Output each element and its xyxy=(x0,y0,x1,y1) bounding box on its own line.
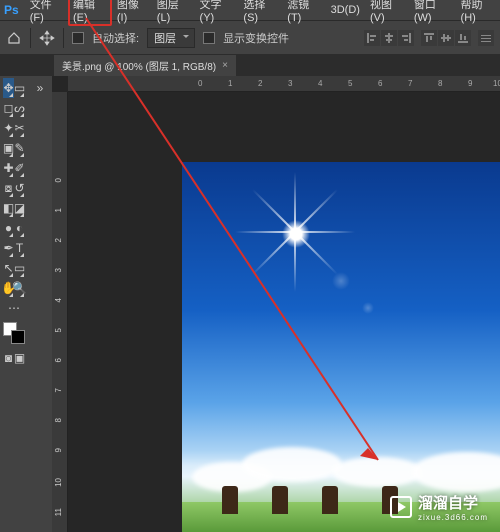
quickselect-tool[interactable]: ✦ xyxy=(3,118,14,138)
edit-toolbar-icon[interactable]: ⋯ xyxy=(3,298,25,318)
shape-tool[interactable]: ▭ xyxy=(14,258,25,278)
align-group xyxy=(364,30,494,46)
align-left-icon[interactable] xyxy=(364,30,380,46)
stamp-tool[interactable]: ⧇ xyxy=(3,178,14,198)
menu-select[interactable]: 选择(S) xyxy=(238,0,282,26)
home-icon[interactable] xyxy=(6,30,22,46)
align-hcenter-icon[interactable] xyxy=(381,30,397,46)
ruler-v-tick: 9 xyxy=(54,448,63,452)
marquee-tool[interactable]: ◻ xyxy=(3,98,14,118)
document-tab[interactable]: 美景.png @ 100% (图层 1, RGB/8) × xyxy=(54,55,236,76)
heal-tool[interactable]: ✚ xyxy=(3,158,14,178)
ruler-h-tick: 9 xyxy=(468,79,472,88)
document-canvas[interactable] xyxy=(182,162,500,532)
crop-tool[interactable]: ✂ xyxy=(14,118,25,138)
watermark-text: 溜溜自学 xyxy=(418,495,478,512)
dodge-tool[interactable]: ◐ xyxy=(14,218,25,238)
show-transform-label: 显示变换控件 xyxy=(223,30,289,46)
ruler-v-tick: 5 xyxy=(54,328,63,332)
toolbar-left: ✥▭ ◻ᔕ ✦✂ ▣✎ ✚✐ ⧇↺ ◧◪ ●◐ ✒T ↖▭ ✋🔍 ⋯ ◙▣ xyxy=(0,76,28,532)
move-tool-icon[interactable] xyxy=(39,30,55,46)
menu-help[interactable]: 帮助(H) xyxy=(456,0,500,26)
toolbar-right: » xyxy=(28,76,52,532)
ruler-v-tick: 8 xyxy=(54,418,63,422)
align-right-icon[interactable] xyxy=(398,30,414,46)
menu-edit[interactable]: 编辑(E) xyxy=(68,0,112,26)
document-tab-title: 美景.png @ 100% (图层 1, RGB/8) xyxy=(62,58,216,73)
watermark-url: zixue.3d66.com xyxy=(418,513,488,522)
distribute-icon[interactable] xyxy=(478,30,494,46)
type-tool[interactable]: T xyxy=(14,238,25,258)
menu-view[interactable]: 视图(V) xyxy=(365,0,409,26)
eraser-tool[interactable]: ◧ xyxy=(3,198,14,218)
ruler-v-tick: 7 xyxy=(54,388,63,392)
ruler-v-tick: 2 xyxy=(54,238,63,242)
gradient-tool[interactable]: ◪ xyxy=(14,198,25,218)
blur-tool[interactable]: ● xyxy=(3,218,14,238)
zoom-tool[interactable]: 🔍 xyxy=(14,278,25,298)
screenmode-icon[interactable]: ▣ xyxy=(14,348,25,368)
align-bottom-icon[interactable] xyxy=(455,30,471,46)
frame-tool[interactable]: ▣ xyxy=(3,138,14,158)
ruler-h-tick: 10 xyxy=(493,79,500,88)
menu-3d[interactable]: 3D(D) xyxy=(326,2,365,18)
ruler-vertical: 0 1 2 3 4 5 6 7 8 9 10 11 xyxy=(52,92,68,532)
ruler-h-tick: 2 xyxy=(258,79,262,88)
artboard-tool[interactable]: ▭ xyxy=(14,78,25,98)
lasso-tool[interactable]: ᔕ xyxy=(14,98,25,118)
show-transform-checkbox[interactable] xyxy=(203,32,215,44)
ruler-v-tick: 3 xyxy=(54,268,63,272)
ruler-h-tick: 8 xyxy=(438,79,442,88)
background-color[interactable] xyxy=(11,330,25,344)
quickmask-icon[interactable]: ◙ xyxy=(3,348,14,368)
menu-window[interactable]: 窗口(W) xyxy=(409,0,456,26)
align-top-icon[interactable] xyxy=(421,30,437,46)
ruler-h-tick: 0 xyxy=(198,79,202,88)
ruler-h-tick: 6 xyxy=(378,79,382,88)
menu-image[interactable]: 图像(I) xyxy=(112,0,152,26)
pen-tool[interactable]: ✒ xyxy=(3,238,14,258)
autoselect-label: 自动选择: xyxy=(92,30,139,46)
ruler-v-tick: 1 xyxy=(54,208,63,212)
canvas-area: 0 1 2 3 4 5 6 7 8 9 10 0 1 2 3 4 5 6 7 8… xyxy=(52,76,500,532)
menu-layer[interactable]: 图层(L) xyxy=(152,0,195,26)
expand-panels-icon[interactable]: » xyxy=(29,78,51,98)
ruler-v-tick: 4 xyxy=(54,298,63,302)
align-vcenter-icon[interactable] xyxy=(438,30,454,46)
ruler-h-tick: 5 xyxy=(348,79,352,88)
ruler-v-tick: 10 xyxy=(54,478,63,487)
ruler-v-tick: 6 xyxy=(54,358,63,362)
app-logo: Ps xyxy=(4,3,19,17)
ruler-h-tick: 7 xyxy=(408,79,412,88)
document-tabbar: 美景.png @ 100% (图层 1, RGB/8) × xyxy=(0,54,500,76)
ruler-h-tick: 4 xyxy=(318,79,322,88)
ruler-h-tick: 3 xyxy=(288,79,292,88)
brush-tool[interactable]: ✐ xyxy=(14,158,25,178)
move-tool[interactable]: ✥ xyxy=(3,78,14,98)
close-tab-icon[interactable]: × xyxy=(222,60,228,71)
watermark: 溜溜自学 zixue.3d66.com xyxy=(390,492,488,522)
watermark-play-icon xyxy=(390,496,412,518)
ruler-v-tick: 11 xyxy=(54,508,63,516)
eyedropper-tool[interactable]: ✎ xyxy=(14,138,25,158)
autoselect-checkbox[interactable] xyxy=(72,32,84,44)
menu-type[interactable]: 文字(Y) xyxy=(195,0,239,26)
history-brush-tool[interactable]: ↺ xyxy=(14,178,25,198)
color-swatches[interactable] xyxy=(3,322,25,344)
menubar: Ps 文件(F) 编辑(E) 图像(I) 图层(L) 文字(Y) 选择(S) 滤… xyxy=(0,0,500,20)
menu-file[interactable]: 文件(F) xyxy=(25,0,68,26)
ruler-h-tick: 1 xyxy=(228,79,232,88)
workarea: ✥▭ ◻ᔕ ✦✂ ▣✎ ✚✐ ⧇↺ ◧◪ ●◐ ✒T ↖▭ ✋🔍 ⋯ ◙▣ » … xyxy=(0,76,500,532)
menu-filter[interactable]: 滤镜(T) xyxy=(282,0,325,26)
autoselect-dropdown[interactable]: 图层 xyxy=(147,28,195,48)
path-tool[interactable]: ↖ xyxy=(3,258,14,278)
ruler-horizontal: 0 1 2 3 4 5 6 7 8 9 10 xyxy=(68,76,500,92)
ruler-v-tick: 0 xyxy=(54,178,63,182)
